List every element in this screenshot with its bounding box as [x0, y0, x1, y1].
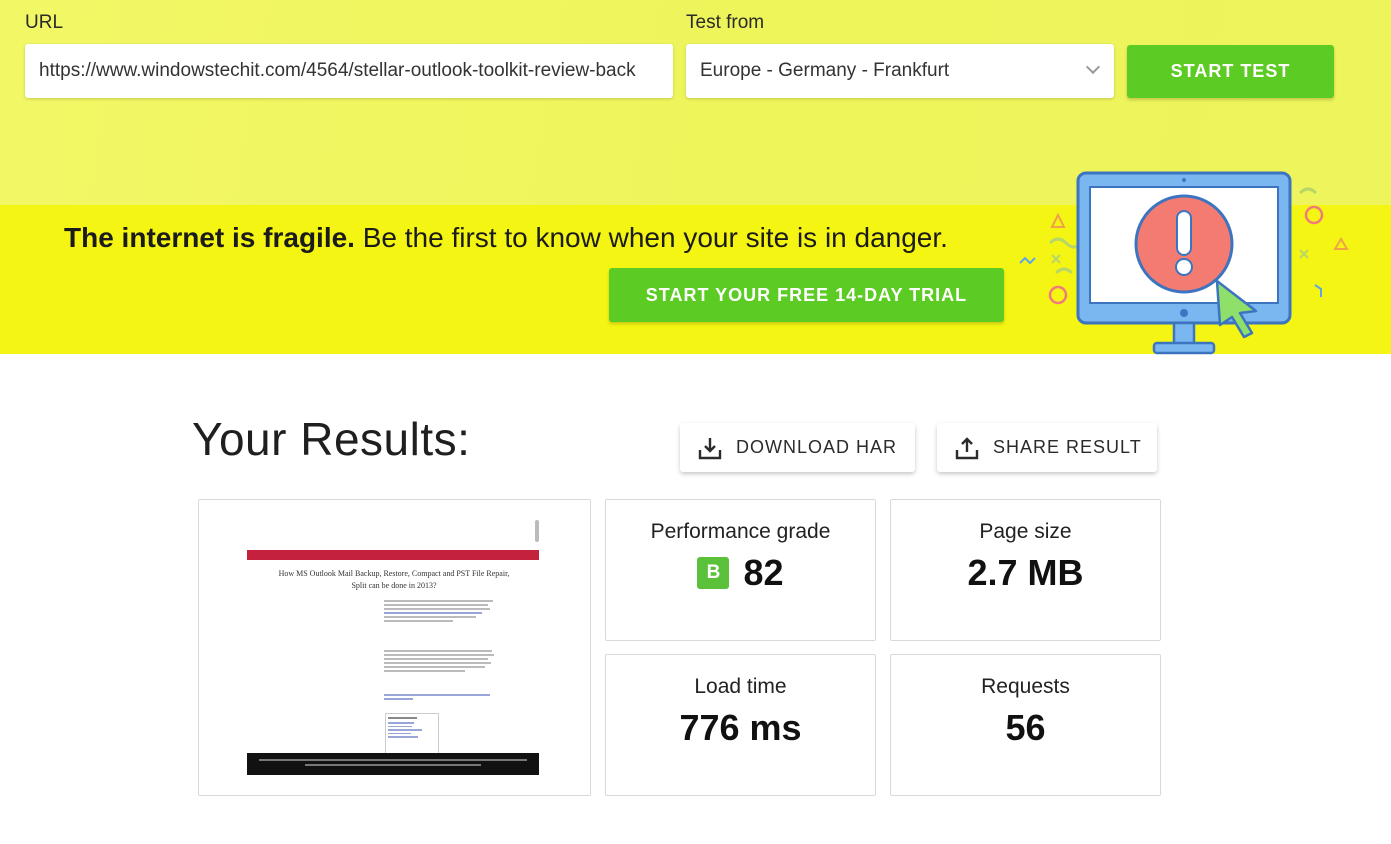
test-from-label: Test from: [686, 12, 765, 33]
results-title: Your Results:: [192, 413, 471, 465]
page-screenshot-thumbnail: How MS Outlook Mail Backup, Restore, Com…: [247, 520, 541, 775]
promo-headline: The internet is fragile. Be the first to…: [64, 222, 948, 254]
thumbnail-paragraph: [384, 598, 499, 654]
load-time-value: 776 ms: [679, 707, 802, 748]
chevron-down-icon: [1085, 59, 1101, 75]
free-trial-button[interactable]: START YOUR FREE 14-DAY TRIAL: [609, 268, 1004, 322]
download-har-button[interactable]: DOWNLOAD HAR: [680, 423, 915, 472]
thumbnail-scrollbar: [535, 520, 539, 542]
thumbnail-page-title: How MS Outlook Mail Backup, Restore, Com…: [278, 569, 510, 590]
promo-headline-bold: The internet is fragile.: [64, 222, 355, 253]
page-screenshot-card: How MS Outlook Mail Backup, Restore, Com…: [198, 499, 591, 796]
test-location-select[interactable]: Europe - Germany - Frankfurt: [686, 44, 1114, 98]
monitor-alert-illustration: [1019, 171, 1349, 355]
page-size-value: 2.7 MB: [967, 552, 1084, 593]
performance-grade-label: Performance grade: [650, 520, 831, 543]
performance-grade-card: Performance grade B 82: [605, 499, 876, 641]
page-size-label: Page size: [979, 520, 1072, 543]
thumbnail-table-of-contents: [385, 713, 439, 755]
share-upload-icon: [955, 436, 979, 459]
requests-card: Requests 56: [890, 654, 1161, 796]
thumbnail-read-more: [384, 692, 499, 706]
load-time-label: Load time: [694, 675, 787, 698]
requests-value: 56: [1005, 707, 1046, 748]
start-test-button[interactable]: START TEST: [1127, 45, 1334, 98]
share-result-button[interactable]: SHARE RESULT: [937, 423, 1157, 472]
share-result-label: SHARE RESULT: [993, 437, 1142, 457]
thumbnail-cookie-footer: [247, 753, 539, 775]
promo-headline-rest: Be the first to know when your site is i…: [354, 222, 948, 253]
thumbnail-nav-bar: [247, 550, 539, 560]
test-location-value: Europe - Germany - Frankfurt: [700, 60, 950, 81]
requests-label: Requests: [981, 675, 1070, 698]
download-icon: [698, 437, 722, 459]
performance-grade-value-row: B 82: [606, 552, 875, 594]
performance-score: 82: [743, 552, 784, 593]
download-har-label: DOWNLOAD HAR: [736, 437, 898, 457]
url-input[interactable]: [25, 44, 673, 98]
url-label: URL: [25, 12, 64, 33]
load-time-card: Load time 776 ms: [605, 654, 876, 796]
grade-badge: B: [697, 557, 730, 589]
page-size-card: Page size 2.7 MB: [890, 499, 1161, 641]
